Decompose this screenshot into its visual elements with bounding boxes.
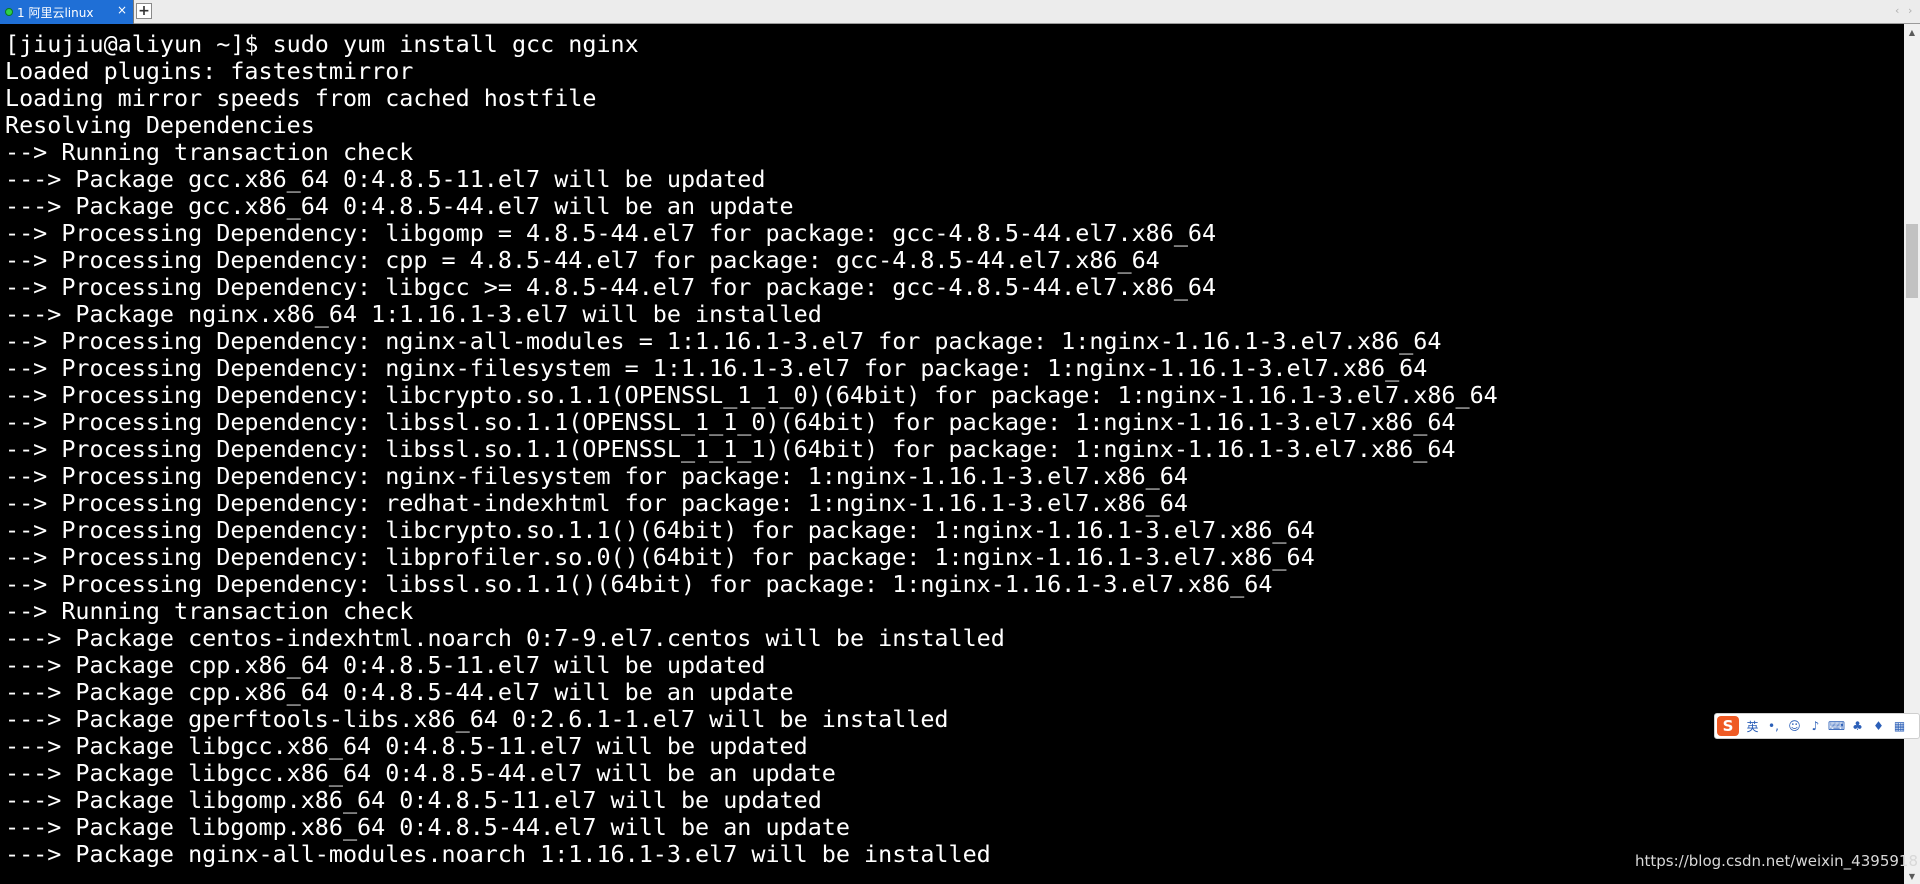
terminal-line: Resolving Dependencies [5, 111, 315, 139]
terminal-line: --> Processing Dependency: nginx-all-mod… [5, 327, 1442, 355]
tab-title: 阿里云linux [28, 5, 94, 20]
ime-toolbar: S 英 •, ☺ ♪ ⌨ ♣ ♦ ▦ [1714, 713, 1920, 739]
tab-next-icon[interactable]: › [1908, 4, 1912, 17]
terminal-line: ---> Package libgcc.x86_64 0:4.8.5-11.el… [5, 732, 808, 760]
terminal-line: --> Processing Dependency: libgomp = 4.8… [5, 219, 1217, 247]
language-toggle[interactable]: 英 [1745, 719, 1760, 734]
terminal-line: ---> Package libgomp.x86_64 0:4.8.5-11.e… [5, 786, 822, 814]
tab-prev-icon[interactable]: ‹ [1895, 4, 1899, 17]
user-icon[interactable]: ♣ [1850, 719, 1865, 734]
emoji-icon[interactable]: ☺ [1787, 719, 1802, 734]
scroll-down-icon[interactable]: ▼ [1904, 868, 1920, 884]
vertical-scrollbar[interactable]: ▲ ▼ [1904, 24, 1920, 884]
terminal-line: ---> Package libgomp.x86_64 0:4.8.5-44.e… [5, 813, 850, 841]
terminal-line: ---> Package gcc.x86_64 0:4.8.5-44.el7 w… [5, 192, 794, 220]
terminal-line: ---> Package centos-indexhtml.noarch 0:7… [5, 624, 1005, 652]
scroll-up-icon[interactable]: ▲ [1904, 24, 1920, 40]
skin-icon[interactable]: ♦ [1871, 719, 1886, 734]
toolbox-grid-icon[interactable]: ▦ [1892, 719, 1907, 734]
scroll-thumb[interactable] [1906, 224, 1918, 298]
keyboard-icon[interactable]: ⌨ [1828, 719, 1845, 734]
terminal-line: --> Processing Dependency: libssl.so.1.1… [5, 570, 1273, 598]
terminal-line: ---> Package cpp.x86_64 0:4.8.5-11.el7 w… [5, 651, 766, 679]
watermark-url: https://blog.csdn.net/weixin_4395918 [1635, 852, 1918, 870]
tab-label: 1 阿里云linux [17, 4, 93, 21]
tab-bar: 1 阿里云linux × + ‹ › [0, 0, 1920, 24]
terminal-line: --> Processing Dependency: nginx-filesys… [5, 354, 1428, 382]
terminal-line: ---> Package libgcc.x86_64 0:4.8.5-44.el… [5, 759, 836, 787]
terminal-line: --> Processing Dependency: nginx-filesys… [5, 462, 1188, 490]
terminal-line: --> Processing Dependency: redhat-indexh… [5, 489, 1188, 517]
terminal-line: --> Processing Dependency: libssl.so.1.1… [5, 408, 1456, 436]
terminal-line: Loaded plugins: fastestmirror [5, 57, 414, 85]
new-tab-button[interactable]: + [136, 3, 152, 19]
terminal-line: ---> Package nginx-all-modules.noarch 1:… [5, 840, 991, 868]
sogou-logo-icon[interactable]: S [1717, 716, 1739, 736]
terminal-line: ---> Package cpp.x86_64 0:4.8.5-44.el7 w… [5, 678, 794, 706]
terminal-output[interactable]: [jiujiu@aliyun ~]$ sudo yum install gcc … [0, 24, 1904, 884]
terminal-line: --> Running transaction check [5, 597, 414, 625]
terminal-line: Loading mirror speeds from cached hostfi… [5, 84, 597, 112]
terminal-line: --> Running transaction check [5, 138, 414, 166]
terminal-line: ---> Package gcc.x86_64 0:4.8.5-11.el7 w… [5, 165, 766, 193]
terminal-lines: [jiujiu@aliyun ~]$ sudo yum install gcc … [5, 31, 1498, 868]
terminal-line: --> Processing Dependency: libgcc >= 4.8… [5, 273, 1217, 301]
terminal-line: ---> Package gperftools-libs.x86_64 0:2.… [5, 705, 949, 733]
terminal-line: ---> Package nginx.x86_64 1:1.16.1-3.el7… [5, 300, 822, 328]
punctuation-icon[interactable]: •, [1766, 719, 1781, 734]
terminal-line: --> Processing Dependency: libcrypto.so.… [5, 516, 1315, 544]
connection-status-icon [5, 8, 13, 16]
tab-number: 1 [17, 5, 25, 20]
close-icon[interactable]: × [117, 3, 127, 17]
tab-aliyun-linux[interactable]: 1 阿里云linux × [0, 0, 134, 24]
terminal-line: --> Processing Dependency: libprofiler.s… [5, 543, 1315, 571]
microphone-icon[interactable]: ♪ [1808, 719, 1823, 734]
terminal-line: --> Processing Dependency: cpp = 4.8.5-4… [5, 246, 1160, 274]
terminal-line: [jiujiu@aliyun ~]$ sudo yum install gcc … [5, 30, 639, 58]
terminal-line: --> Processing Dependency: libcrypto.so.… [5, 381, 1498, 409]
terminal-line: --> Processing Dependency: libssl.so.1.1… [5, 435, 1456, 463]
